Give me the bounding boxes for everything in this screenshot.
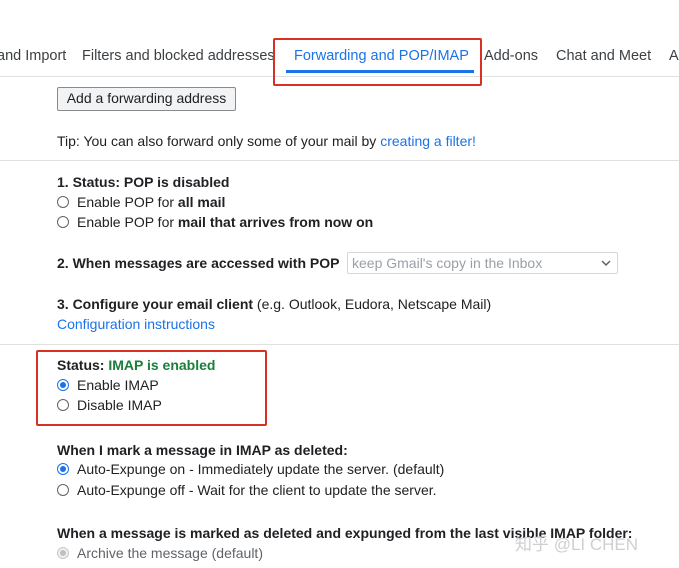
pop-option-label: Enable POP for all mail: [77, 194, 226, 210]
pop-access-select-value: keep Gmail's copy in the Inbox: [352, 255, 543, 271]
radio-button-disabled[interactable]: [57, 547, 69, 559]
create-filter-link[interactable]: creating a filter!: [380, 133, 476, 149]
radio-label: Enable IMAP: [77, 377, 159, 393]
disable-imap-option[interactable]: Disable IMAP: [57, 395, 162, 415]
section-divider: [0, 160, 679, 161]
pop-status-label: 1. Status: POP is disabled: [57, 174, 230, 190]
watermark-text: 知乎 @LI CHEN: [515, 535, 639, 554]
chevron-down-icon: [601, 260, 611, 267]
tab-accounts-and-import[interactable]: and Import: [0, 48, 66, 64]
radio-label: Auto-Expunge off - Wait for the client t…: [77, 482, 437, 498]
add-forwarding-address-button[interactable]: Add a forwarding address: [57, 87, 236, 111]
configure-client-hint: (e.g. Outlook, Eudora, Netscape Mail): [253, 296, 492, 312]
radio-button[interactable]: [57, 216, 69, 228]
radio-label: Auto-Expunge on - Immediately update the…: [77, 461, 445, 477]
imap-deleted-label: When I mark a message in IMAP as deleted…: [57, 442, 348, 458]
radio-label: Archive the message (default): [77, 545, 263, 561]
auto-expunge-on-option[interactable]: Auto-Expunge on - Immediately update the…: [57, 459, 444, 479]
tab-filters-and-blocked-addresses[interactable]: Filters and blocked addresses: [82, 48, 275, 64]
tab-highlight-box: [273, 38, 482, 86]
imap-status-value: IMAP is enabled: [108, 357, 216, 373]
section-divider: [0, 344, 679, 345]
configure-client-label: 3. Configure your email client: [57, 296, 254, 312]
radio-button-selected[interactable]: [57, 379, 69, 391]
pop-option-all-mail[interactable]: Enable POP for all mail: [57, 192, 225, 212]
forwarding-tip-text: Tip: You can also forward only some of y…: [57, 133, 381, 149]
radio-label: Disable IMAP: [77, 397, 162, 413]
pop-option-label: Enable POP for mail that arrives from no…: [77, 214, 374, 230]
auto-expunge-off-option[interactable]: Auto-Expunge off - Wait for the client t…: [57, 480, 437, 500]
radio-button-selected[interactable]: [57, 463, 69, 475]
tab-add-ons[interactable]: Add-ons: [484, 48, 538, 64]
radio-button[interactable]: [57, 484, 69, 496]
forwarding-tip: Tip: You can also forward only some of y…: [57, 133, 476, 149]
radio-button[interactable]: [57, 196, 69, 208]
radio-button[interactable]: [57, 399, 69, 411]
pop-option-from-now-on[interactable]: Enable POP for mail that arrives from no…: [57, 212, 373, 232]
configure-client: 3. Configure your email client (e.g. Out…: [57, 296, 491, 312]
imap-status-prefix: Status:: [57, 357, 109, 373]
configuration-instructions-link[interactable]: Configuration instructions: [57, 316, 215, 332]
pop-access-label: 2. When messages are accessed with POP: [57, 255, 340, 271]
enable-imap-option[interactable]: Enable IMAP: [57, 375, 159, 395]
archive-message-option[interactable]: Archive the message (default): [57, 543, 263, 563]
tab-chat-and-meet[interactable]: Chat and Meet: [556, 48, 651, 64]
pop-access-select[interactable]: keep Gmail's copy in the Inbox: [347, 252, 618, 274]
tab-advanced[interactable]: A: [669, 48, 679, 64]
imap-status: Status: IMAP is enabled: [57, 357, 215, 373]
